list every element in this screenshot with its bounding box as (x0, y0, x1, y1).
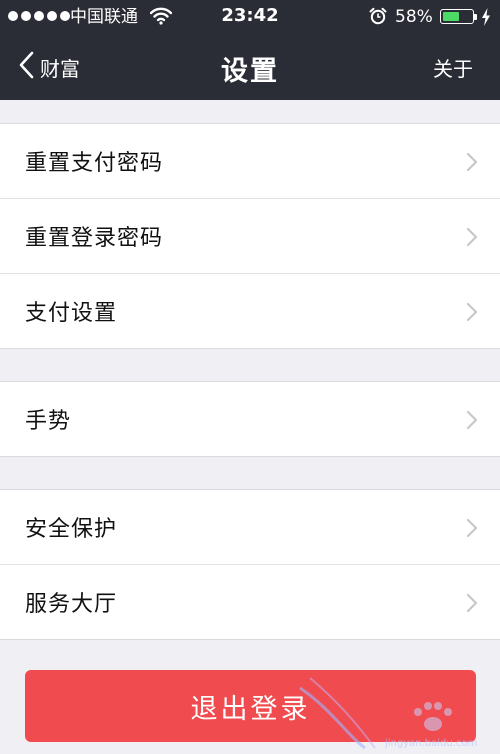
status-bar: 中国联通 23:42 58% (0, 0, 500, 34)
battery-icon (440, 9, 474, 24)
chevron-right-icon (466, 152, 478, 176)
row-label: 重置支付密码 (25, 151, 164, 176)
top-bar: 中国联通 23:42 58% 财富 设置 关于 (0, 0, 500, 100)
settings-row-security-protection[interactable]: 安全保护 (0, 490, 500, 564)
row-label: 服务大厅 (25, 592, 118, 617)
battery-tip (474, 14, 477, 20)
settings-row-service-hall[interactable]: 服务大厅 (0, 564, 500, 639)
settings-row-reset-login-password[interactable]: 重置登录密码 (0, 198, 500, 273)
settings-row-reset-payment-password[interactable]: 重置支付密码 (0, 124, 500, 198)
row-label: 手势 (25, 409, 72, 434)
navigation-bar: 财富 设置 关于 (0, 34, 500, 100)
about-button[interactable]: 关于 (433, 53, 473, 82)
battery-percent: 58% (395, 7, 433, 27)
chevron-right-icon (466, 302, 478, 326)
page-title: 设置 (221, 56, 279, 87)
logout-label: 退出登录 (190, 693, 311, 725)
settings-group-security: 安全保护 服务大厅 (0, 489, 500, 640)
charging-bolt-icon (481, 8, 491, 30)
chevron-right-icon (466, 518, 478, 542)
logout-button[interactable]: 退出登录 (25, 670, 476, 742)
settings-group-passwords: 重置支付密码 重置登录密码 支付设置 (0, 123, 500, 349)
battery-level (443, 12, 459, 21)
chevron-right-icon (466, 227, 478, 251)
settings-row-payment-settings[interactable]: 支付设置 (0, 273, 500, 348)
row-label: 安全保护 (25, 517, 118, 542)
row-label: 重置登录密码 (25, 226, 164, 251)
chevron-right-icon (466, 593, 478, 617)
alarm-icon (369, 7, 387, 29)
chevron-right-icon (466, 410, 478, 434)
settings-row-gesture[interactable]: 手势 (0, 382, 500, 456)
row-label: 支付设置 (25, 301, 118, 326)
settings-group-gesture: 手势 (0, 381, 500, 457)
